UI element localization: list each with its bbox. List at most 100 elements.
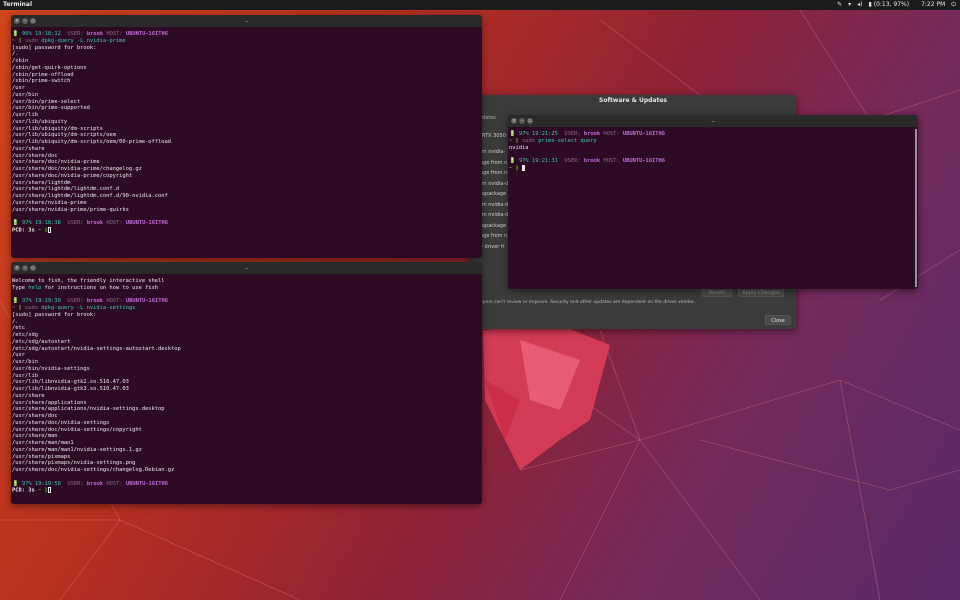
active-app-name[interactable]: Terminal — [0, 0, 32, 10]
terminal-text: /usr/share/applications/nvidia-settings.… — [12, 406, 165, 413]
terminal-text: /usr/bin/prime-select — [12, 98, 81, 105]
close-button[interactable]: Close — [765, 315, 791, 325]
terminal-line: /usr/lib/ubiquity/dm-scripts/oem — [12, 132, 481, 139]
terminal-text: UBUNTU-16ITH6 — [622, 158, 666, 164]
terminal-line: /usr/bin/nvidia-settings — [12, 366, 481, 373]
system-tray[interactable]: ✎ ▾ ◂) ▮ (0:13, 97%) 7:22 PM ⏻ — [837, 0, 960, 10]
driver-option[interactable]: age from n — [480, 231, 508, 242]
terminal-line: /usr/share/lightdm — [12, 180, 481, 187]
driver-option[interactable]: age from n — [480, 158, 508, 169]
terminal-1-output[interactable]: 🔋 96% 19:18:12 USER: brook HOST: UBUNTU-… — [11, 27, 482, 238]
terminal-line: PCD: 3s ~ ⟫ — [12, 226, 481, 234]
terminal-text: UBUNTU-16ITH6 — [125, 480, 169, 487]
terminal-text: brook — [86, 298, 104, 305]
terminal-1-titlebar[interactable]: × – ▫ – — [11, 15, 482, 27]
terminal-line: /usr/share — [12, 146, 481, 153]
dialog-tab-fragment[interactable]: dates — [482, 115, 496, 121]
driver-option[interactable]: -m nvidia- — [480, 147, 508, 158]
terminal-2-titlebar[interactable]: × – ▫ – — [11, 262, 482, 274]
driver-option[interactable]: tapackage — [480, 189, 508, 200]
terminal-line: ~ ⟫ sudo dpkg-query -L nvidia-prime — [12, 38, 481, 45]
terminal-line: /usr/bin/prime-select — [12, 99, 481, 106]
terminal-text: /etc — [12, 325, 25, 332]
terminal-text: /usr/bin — [12, 91, 38, 98]
terminal-text: UBUNTU-16ITH6 — [622, 131, 666, 137]
terminal-text: HOST: — [103, 31, 126, 37]
terminal-window-2[interactable]: × – ▫ – Welcome to fish, the friendly in… — [11, 262, 482, 504]
terminal-text: HOST: — [103, 480, 126, 487]
driver-option[interactable]: y driver fr — [480, 242, 508, 253]
terminal-line: /sbin/prime-offload — [12, 72, 481, 79]
terminal-text: USER: — [60, 31, 87, 37]
volume-icon[interactable]: ◂) — [857, 0, 862, 10]
driver-option[interactable]: age from n — [480, 168, 508, 179]
terminal-text: /usr/share/doc/nvidia-prime — [12, 159, 100, 166]
terminal-line: /usr/share/doc — [12, 413, 481, 420]
terminal-3-output[interactable]: 🔋 97% 19:21:25 USER: brook HOST: UBUNTU-… — [508, 127, 918, 176]
terminal-line: /. — [12, 319, 481, 326]
terminal-line: nvidia — [509, 145, 917, 152]
terminal-text: /usr/lib/ubiquity/dm-scripts/oem/00-prim… — [12, 139, 172, 145]
terminal-text: /etc/xdg/autostart/nvidia-settings-autos… — [12, 345, 181, 352]
terminal-text: /usr/share/lightdm — [12, 179, 71, 186]
terminal-3-scrollbar[interactable] — [915, 129, 917, 287]
terminal-text: 19:18:38 — [34, 220, 61, 226]
terminal-text: dpkg-query -L nvidia-settings — [41, 305, 136, 311]
power-icon[interactable]: ⏻ — [951, 0, 956, 10]
pen-icon[interactable]: ✎ — [837, 0, 842, 10]
terminal-text: /usr/share/man/man1 — [12, 440, 74, 446]
terminal-line: PCD: 3s ~ ⟫ — [12, 487, 481, 494]
terminal-text: /usr/share/doc/nvidia-settings — [12, 419, 110, 426]
terminal-text: [sudo] password for brook: — [12, 44, 97, 51]
terminal-line: Type help for instructions on how to use… — [12, 285, 481, 292]
terminal-text: Type — [12, 284, 29, 291]
driver-option[interactable]: -m nvidia-d — [480, 200, 508, 211]
clock[interactable]: 7:22 PM — [921, 0, 945, 10]
terminal-text: 🔋 97% — [509, 131, 532, 137]
terminal-text: brook — [583, 131, 601, 137]
terminal-text: /usr/share/man/man1/nvidia-settings.1.gz — [12, 446, 142, 453]
terminal-line: 🔋 97% 19:18:38 USER: brook HOST: UBUNTU-… — [12, 220, 481, 227]
terminal-line: /usr/share/lightdm/lightdm.conf.d/90-nvi… — [12, 193, 481, 200]
terminal-line: /. — [12, 51, 481, 58]
terminal-line: /usr/share — [12, 393, 481, 400]
terminal-line: /usr/share/doc/nvidia-prime/changelog.gz — [12, 166, 481, 173]
terminal-text: /usr/bin — [12, 359, 38, 365]
driver-option[interactable]: -m nvidia-d — [480, 210, 508, 221]
battery-status[interactable]: ▮ (0:13, 97%) — [869, 0, 910, 10]
text-cursor — [47, 226, 51, 233]
terminal-line: /usr/bin — [12, 92, 481, 99]
terminal-text: UBUNTU-16ITH6 — [125, 220, 169, 226]
terminal-window-1[interactable]: × – ▫ – 🔋 96% 19:18:12 USER: brook HOST:… — [11, 15, 482, 258]
terminal-line: /etc/xdg — [12, 332, 481, 339]
driver-option-list[interactable]: -m nvidia-age from n age from n -m nvidia-… — [480, 147, 508, 252]
terminal-line: /sbin/prime-switch — [12, 78, 481, 85]
terminal-line: /etc/xdg/autostart — [12, 339, 481, 346]
terminal-line: /usr/lib/libnvidia-gtk2.so.510.47.03 — [12, 379, 481, 386]
terminal-line: /usr — [12, 352, 481, 359]
terminal-text: HOST: — [103, 220, 126, 226]
wifi-icon[interactable]: ▾ — [848, 0, 851, 10]
terminal-line: /usr/share/pixmaps — [12, 454, 481, 461]
terminal-text: sudo — [25, 37, 42, 44]
terminal-line: 🔋 96% 19:18:12 USER: brook HOST: UBUNTU-… — [12, 31, 481, 38]
terminal-text: sudo — [522, 137, 539, 144]
terminal-line: /usr/lib/libnvidia-gtk3.so.510.47.03 — [12, 386, 481, 393]
terminal-text: 19:18:12 — [34, 31, 61, 37]
terminal-3-titlebar[interactable]: × – ▫ – — [508, 115, 918, 127]
terminal-text: sudo — [25, 305, 42, 311]
terminal-text: HOST: — [600, 158, 623, 164]
driver-option[interactable]: tapackage — [480, 221, 508, 232]
terminal-2-output[interactable]: Welcome to fish, the friendly interactiv… — [11, 274, 482, 498]
terminal-text: 🔋 97% — [12, 298, 35, 305]
terminal-text: /usr/bin/nvidia-settings — [12, 365, 90, 372]
terminal-text: [sudo] password for brook: — [12, 311, 97, 318]
terminal-text: /etc/xdg/autostart — [12, 338, 71, 345]
terminal-line: /usr/lib/ubiquity — [12, 119, 481, 126]
terminal-window-3[interactable]: × – ▫ – 🔋 97% 19:21:25 USER: brook HOST:… — [508, 115, 918, 289]
terminal-line: /usr/lib — [12, 373, 481, 380]
driver-option[interactable]: -m nvidia-d — [480, 179, 508, 190]
terminal-text: /usr/bin/prime-supported — [12, 105, 90, 112]
terminal-text: /sbin/get-quirk-options — [12, 64, 87, 71]
